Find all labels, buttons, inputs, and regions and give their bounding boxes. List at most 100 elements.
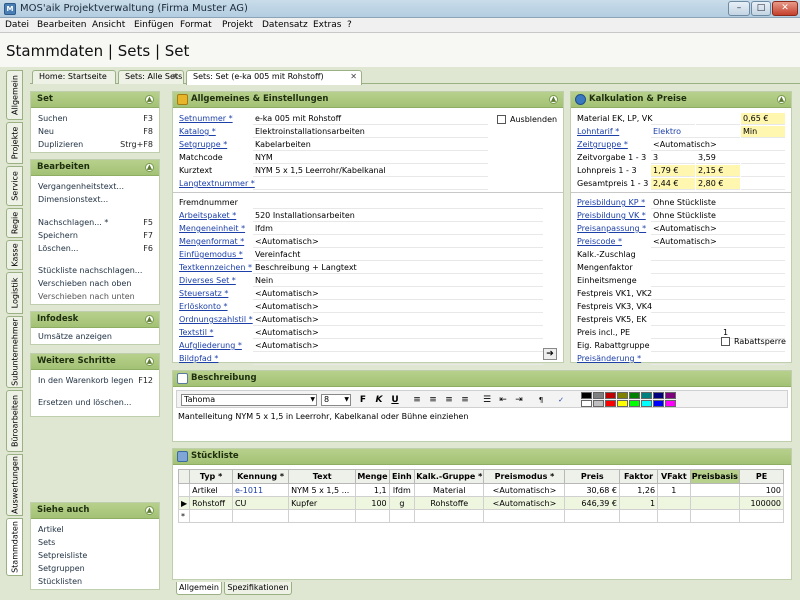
preiscode-label[interactable]: Preiscode *	[577, 237, 622, 246]
setgruppe-label[interactable]: Setgruppe *	[179, 140, 227, 149]
textstil-field[interactable]: <Automatisch>	[253, 327, 543, 339]
material-lp-field[interactable]	[696, 113, 740, 125]
matchcode-field[interactable]: NYM	[253, 152, 488, 164]
aufgliederung-label[interactable]: Aufgliederung *	[179, 341, 242, 350]
langtextnummer-field[interactable]	[253, 178, 488, 190]
table-cell[interactable]	[288, 509, 357, 523]
column-header[interactable]: Kennung *	[231, 469, 290, 484]
tab-alle-sets[interactable]: Sets: Alle Sets ✕	[118, 70, 184, 84]
einfuegemodus-field[interactable]: Vereinfacht	[253, 249, 543, 261]
table-cell[interactable]	[689, 509, 741, 523]
sidebar-item-umsaetze[interactable]: Umsätze anzeigen	[38, 332, 112, 341]
fremdnummer-field[interactable]	[253, 197, 543, 209]
menu-ansicht[interactable]: Ansicht	[92, 20, 125, 30]
color-swatch[interactable]	[605, 400, 616, 407]
mengenformat-label[interactable]: Mengenformat *	[179, 237, 244, 246]
table-cell[interactable]	[483, 509, 566, 523]
lohntarif-field[interactable]: Elektro	[651, 126, 740, 138]
sidebar-item-suchen[interactable]: Suchen	[38, 114, 68, 123]
zeitvorgabe-2-field[interactable]: 3,59	[696, 152, 740, 164]
menu-einfuegen[interactable]: Einfügen	[134, 20, 174, 30]
preisbildung-kp-field[interactable]: Ohne Stückliste	[651, 197, 785, 209]
sidebar-item-dimensionstext[interactable]: Dimensionstext...	[38, 195, 108, 204]
arbeitspaket-label[interactable]: Arbeitspaket *	[179, 211, 236, 220]
align-left-icon[interactable]: ≡	[411, 394, 423, 406]
collapse-icon[interactable]: ▲	[549, 95, 558, 104]
table-cell[interactable]	[388, 509, 416, 523]
menu-help[interactable]: ?	[347, 20, 352, 30]
preisbildung-vk-field[interactable]: Ohne Stückliste	[651, 210, 785, 222]
zeitgruppe-label[interactable]: Zeitgruppe *	[577, 140, 628, 149]
color-swatch[interactable]	[581, 400, 592, 407]
setnummer-field[interactable]: e-ka 005 mit Rohstoff	[253, 113, 488, 125]
kurztext-field[interactable]: NYM 5 x 1,5 Leerrohr/Kabelkanal	[253, 165, 488, 177]
material-vk-field[interactable]: 0,65 €	[741, 113, 785, 125]
sidebar-link-stuecklisten[interactable]: Stücklisten	[38, 577, 82, 586]
sidebar-item-verschieben-unten[interactable]: Verschieben nach unten	[38, 292, 135, 301]
table-cell[interactable]: Artikel	[189, 483, 233, 497]
sidebar-item-stueckliste-nachschlagen[interactable]: Stückliste nachschlagen...	[38, 266, 142, 275]
color-swatch[interactable]	[665, 400, 676, 407]
kalk-zuschlag-field[interactable]	[651, 249, 785, 261]
lohntarif-unit-field[interactable]: Min	[741, 126, 785, 138]
setgruppe-field[interactable]: Kabelarbeiten	[253, 139, 488, 151]
table-cell[interactable]: Kupfer	[288, 496, 357, 510]
menu-projekt[interactable]: Projekt	[222, 20, 253, 30]
table-cell[interactable]: Rohstoffe	[414, 496, 485, 510]
diverses-set-field[interactable]: Nein	[253, 275, 543, 287]
collapse-icon[interactable]: ▲	[145, 506, 154, 515]
table-cell[interactable]: 100	[739, 483, 784, 497]
tab-set[interactable]: Sets: Set (e-ka 005 mit Rohstoff) ✕	[186, 70, 362, 85]
outdent-icon[interactable]: ⇤	[497, 394, 509, 406]
lohntarif-label[interactable]: Lohntarif *	[577, 127, 619, 136]
zeitvorgabe-1-field[interactable]: 3	[651, 152, 695, 164]
bottom-tab-allgemein[interactable]: Allgemein	[176, 582, 222, 595]
zeitgruppe-field[interactable]: <Automatisch>	[651, 139, 785, 151]
column-header[interactable]: Preis	[564, 469, 621, 484]
preisaenderung-label[interactable]: Preisänderung *	[577, 354, 641, 363]
table-cell[interactable]: 1	[619, 496, 659, 510]
textkennzeichen-field[interactable]: Beschreibung + Langtext	[253, 262, 543, 274]
festpreis-vk3-vk4-field[interactable]	[651, 301, 785, 313]
mengeneinheit-label[interactable]: Mengeneinheit *	[179, 224, 245, 233]
column-header[interactable]: Typ *	[189, 469, 233, 484]
preisbildung-vk-label[interactable]: Preisbildung VK *	[577, 211, 646, 220]
italic-icon[interactable]: K	[373, 394, 385, 406]
erloeskonto-field[interactable]: <Automatisch>	[253, 301, 543, 313]
table-cell[interactable]	[689, 496, 741, 510]
vtab-bueroarbeiten[interactable]: Büroarbeiten	[6, 390, 23, 452]
vtab-auswertungen[interactable]: Auswertungen	[6, 454, 23, 516]
table-cell[interactable]	[414, 509, 485, 523]
table-cell[interactable]	[564, 509, 621, 523]
textstil-label[interactable]: Textstil *	[179, 328, 213, 337]
indent-icon[interactable]: ⇥	[513, 394, 525, 406]
lohnpreis-1-field[interactable]: 1,79 €	[651, 165, 695, 177]
color-swatch[interactable]	[593, 400, 604, 407]
ordnungszahlstil-label[interactable]: Ordnungszahlstil *	[179, 315, 253, 324]
menu-extras[interactable]: Extras	[313, 20, 341, 30]
table-cell[interactable]	[739, 509, 784, 523]
sidebar-link-artikel[interactable]: Artikel	[38, 525, 64, 534]
table-cell[interactable]	[189, 509, 233, 523]
vtab-projekte[interactable]: Projekte	[6, 122, 23, 164]
table-cell[interactable]	[355, 509, 390, 523]
color-swatch[interactable]	[641, 400, 652, 407]
einheitsmenge-field[interactable]	[651, 275, 785, 287]
vtab-logistik[interactable]: Logistik	[6, 272, 23, 314]
ausblenden-checkbox[interactable]	[497, 115, 506, 124]
collapse-icon[interactable]: ▲	[145, 315, 154, 324]
collapse-icon[interactable]: ▲	[145, 95, 154, 104]
menu-datensatz[interactable]: Datensatz	[262, 20, 308, 30]
bullet-list-icon[interactable]: ☰	[481, 394, 493, 406]
vtab-subunternehmer[interactable]: Subunternehmer	[6, 316, 23, 388]
sidebar-item-neu[interactable]: Neu	[38, 127, 54, 136]
sidebar-link-setpreisliste[interactable]: Setpreisliste	[38, 551, 87, 560]
table-cell[interactable]: g	[388, 496, 416, 510]
gesamtpreis-1-field[interactable]: 2,44 €	[651, 178, 695, 190]
aufgliederung-field[interactable]: <Automatisch>	[253, 340, 543, 352]
textkennzeichen-label[interactable]: Textkennzeichen *	[179, 263, 252, 272]
align-right-icon[interactable]: ≡	[443, 394, 455, 406]
vtab-stammdaten[interactable]: Stammdaten	[6, 518, 23, 576]
color-swatch[interactable]	[653, 400, 664, 407]
festpreis-vk1-vk2-field[interactable]	[651, 288, 785, 300]
